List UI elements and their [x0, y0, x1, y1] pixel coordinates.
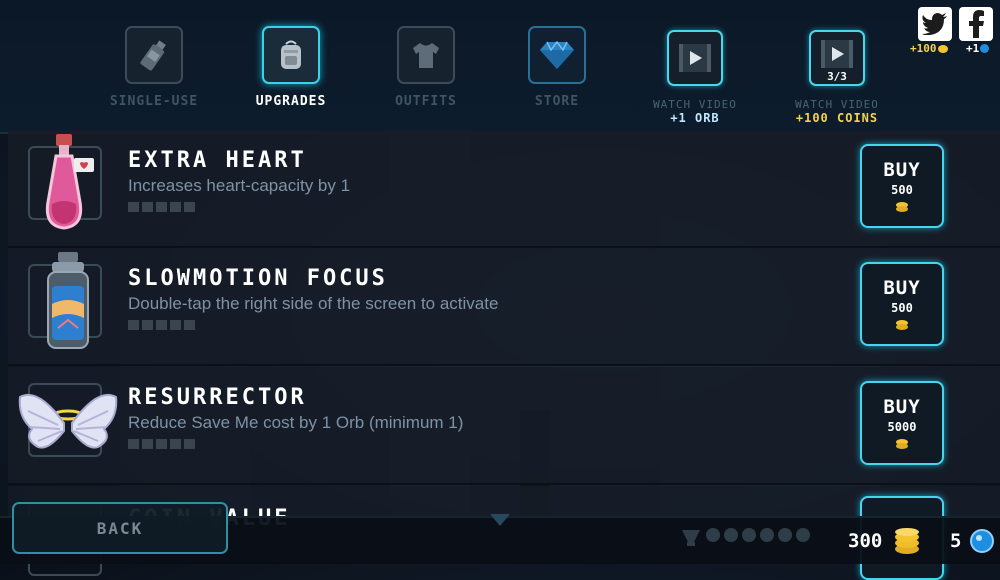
- slowmotion-flask-icon: [47, 252, 89, 349]
- upgrade-item-extra-heart: EXTRA HEART Increases heart-capacity by …: [8, 130, 1000, 248]
- orb-balance-value: 5: [950, 530, 962, 552]
- twitter-reward-amount: +100: [910, 42, 937, 55]
- buy-button[interactable]: BUY 5000: [860, 381, 944, 465]
- facebook-reward-amount: +1: [966, 42, 980, 55]
- coin-stack-icon: [896, 439, 908, 449]
- coin-stack-icon: [896, 320, 908, 330]
- upgrade-item-slowmotion-focus: SLOWMOTION FOCUS Double-tap the right si…: [8, 248, 1000, 366]
- orb-progress-dot: [724, 528, 738, 542]
- buy-price: 500: [891, 301, 913, 315]
- buy-label: BUY: [883, 396, 921, 418]
- backpack-icon: [281, 40, 301, 69]
- level-pip: [156, 439, 167, 449]
- orb-balance: 5: [950, 530, 961, 552]
- level-pip: [142, 439, 153, 449]
- tab-upgrades-label: UPGRADES: [255, 94, 327, 109]
- buy-button[interactable]: BUY 500: [860, 144, 944, 228]
- bottle-icon: [140, 40, 166, 71]
- top-navigation-bar: SINGLE-USE UPGRADES OUTFITS STORE WATCH …: [0, 0, 1000, 134]
- angel-wings-icon: [18, 393, 118, 449]
- orb-progress-dot: [760, 528, 774, 542]
- video-count: 3/3: [827, 70, 847, 83]
- level-pip: [156, 320, 167, 330]
- tab-outfits[interactable]: OUTFITS: [366, 26, 486, 109]
- film-play-icon: [821, 40, 853, 68]
- coin-stack-icon: [895, 528, 919, 554]
- level-pip: [142, 202, 153, 212]
- orb-progress-dot: [778, 528, 792, 542]
- facebook-reward: +1: [966, 42, 990, 55]
- upgrade-description: Double-tap the right side of the screen …: [128, 294, 499, 313]
- level-pip: [184, 202, 195, 212]
- watch-video-orb-button[interactable]: WATCH VIDEO +1 ORB: [625, 30, 765, 125]
- orb-progress-dot: [706, 528, 720, 542]
- level-pip: [184, 439, 195, 449]
- upgrade-name: RESURRECTOR: [128, 385, 307, 410]
- tab-store-label: STORE: [534, 94, 580, 109]
- upgrade-description: Reduce Save Me cost by 1 Orb (minimum 1): [128, 413, 464, 432]
- tab-single-use[interactable]: SINGLE-USE: [94, 26, 214, 109]
- upgrade-level-pips: [128, 320, 195, 330]
- orb-progress: [680, 528, 810, 546]
- upgrade-name: EXTRA HEART: [128, 148, 307, 173]
- tab-outfits-label: OUTFITS: [395, 94, 457, 109]
- back-button[interactable]: BACK: [12, 502, 228, 554]
- watch-video-coins-tile: 3/3: [809, 30, 865, 86]
- twitter-reward: +100: [910, 42, 948, 55]
- level-pip: [142, 320, 153, 330]
- facebook-button[interactable]: [959, 7, 993, 41]
- level-pip: [156, 202, 167, 212]
- coin-balance: 300: [848, 530, 882, 552]
- tab-upgrades[interactable]: UPGRADES: [231, 26, 351, 109]
- buy-button[interactable]: BUY 500: [860, 262, 944, 346]
- tab-single-use-label: SINGLE-USE: [109, 94, 199, 109]
- buy-label: BUY: [883, 277, 921, 299]
- watch-video-orb-reward: +1 ORB: [670, 111, 720, 125]
- upgrade-level-pips: [128, 439, 195, 449]
- tab-store-tile: [528, 26, 586, 84]
- trophy-icon: [682, 530, 700, 546]
- coin-icon: [937, 44, 948, 53]
- scroll-down-arrow-icon[interactable]: [490, 514, 510, 526]
- tab-single-use-tile: [125, 26, 183, 84]
- level-pip: [128, 320, 139, 330]
- upgrade-description: Increases heart-capacity by 1: [128, 176, 351, 195]
- tab-outfits-tile: [397, 26, 455, 84]
- tab-store[interactable]: STORE: [497, 26, 617, 109]
- watch-video-orb-tile: [667, 30, 723, 86]
- heart-potion-icon: [45, 134, 94, 230]
- facebook-f-icon: [969, 10, 984, 38]
- watch-video-coins-title: WATCH VIDEO: [795, 98, 879, 111]
- coin-balance-value: 300: [848, 530, 883, 552]
- coin-stack-icon: [896, 202, 908, 212]
- shirt-icon: [413, 43, 439, 68]
- twitter-bird-icon: [922, 13, 947, 35]
- buy-price: 5000: [887, 420, 917, 434]
- level-pip: [170, 320, 181, 330]
- level-pip: [184, 320, 195, 330]
- twitter-button[interactable]: [918, 7, 952, 41]
- watch-video-orb-title: WATCH VIDEO: [653, 98, 737, 111]
- orb-icon: [970, 529, 994, 553]
- diamond-icon: [540, 40, 574, 69]
- level-pip: [170, 439, 181, 449]
- level-pip: [128, 202, 139, 212]
- upgrade-name: SLOWMOTION FOCUS: [128, 266, 388, 291]
- orb-icon: [980, 44, 990, 53]
- level-pip: [128, 439, 139, 449]
- upgrade-level-pips: [128, 202, 195, 212]
- orb-progress-dot: [796, 528, 810, 542]
- film-play-icon: [679, 44, 711, 72]
- level-pip: [170, 202, 181, 212]
- upgrade-item-resurrector: RESURRECTOR Reduce Save Me cost by 1 Orb…: [8, 367, 1000, 485]
- watch-video-coins-reward: +100 COINS: [795, 111, 879, 125]
- watch-video-coins-button[interactable]: 3/3 WATCH VIDEO +100 COINS: [767, 30, 907, 125]
- buy-price: 500: [891, 183, 913, 197]
- orb-progress-dot: [742, 528, 756, 542]
- tab-upgrades-tile: [262, 26, 320, 84]
- buy-label: BUY: [883, 159, 921, 181]
